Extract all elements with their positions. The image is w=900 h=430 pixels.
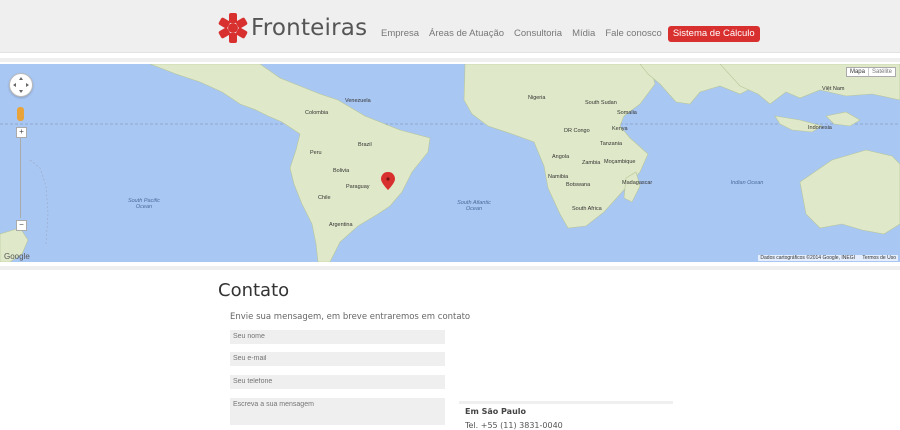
map-type-button[interactable]: Mapa xyxy=(847,68,868,76)
nav-item-fale-conosco[interactable]: Fale conosco xyxy=(600,26,667,42)
name-field[interactable] xyxy=(230,330,445,344)
world-map-graphic xyxy=(0,64,900,262)
ocean-label: Indian Ocean xyxy=(730,180,764,186)
office-city: Em São Paulo xyxy=(465,407,527,416)
map-type-toggle: Mapa Satélite xyxy=(845,67,896,77)
map-label: Nigeria xyxy=(528,95,546,101)
contact-intro: Envie sua mensagem, em breve entraremos … xyxy=(230,312,471,322)
phone-field[interactable] xyxy=(230,375,445,389)
map-label: Namibia xyxy=(548,174,569,180)
map-pan-control-icon[interactable] xyxy=(9,73,33,97)
zoom-out-button[interactable]: − xyxy=(16,220,27,231)
map-label: Zambia xyxy=(582,160,601,166)
street-view-pegman-icon[interactable] xyxy=(17,107,24,121)
site-header: Fronteiras Empresa Áreas de Atuação Cons… xyxy=(0,0,900,53)
map-label: South Africa xyxy=(572,206,602,212)
map-label: Botswana xyxy=(566,182,591,188)
map-label: Somalia xyxy=(617,110,637,116)
map-label: Colombia xyxy=(305,110,329,116)
map-label: Chile xyxy=(318,195,331,201)
nav-item-areas[interactable]: Áreas de Atuação xyxy=(424,26,509,42)
map-label: DR Congo xyxy=(564,128,590,134)
satellite-type-button[interactable]: Satélite xyxy=(867,68,895,76)
map-bottom-divider xyxy=(0,266,900,270)
ocean-label: South Pacific Ocean xyxy=(127,198,161,210)
map-label: Angola xyxy=(552,154,570,160)
sistema-calculo-button[interactable]: Sistema de Cálculo xyxy=(667,26,760,42)
map-label: Argentina xyxy=(329,222,353,228)
map-label: Việt Nam xyxy=(822,86,845,92)
office-phone: Tel. +55 (11) 3831-0040 xyxy=(465,421,563,430)
nav-item-midia[interactable]: Mídia xyxy=(567,26,600,42)
google-logo: Google xyxy=(4,252,30,261)
map-label: Indonesia xyxy=(808,125,832,131)
nav-item-empresa[interactable]: Empresa xyxy=(376,26,424,42)
office-info: Em São Paulo Tel. +55 (11) 3831-0040 xyxy=(459,401,673,430)
email-field[interactable] xyxy=(230,352,445,366)
map-label: Brazil xyxy=(358,142,372,148)
main-nav: Empresa Áreas de Atuação Consultoria Míd… xyxy=(376,26,760,42)
nav-item-consultoria[interactable]: Consultoria xyxy=(509,26,567,42)
brand-logo[interactable]: Fronteiras xyxy=(218,11,367,45)
zoom-in-button[interactable]: + xyxy=(16,127,27,138)
map-label: Madagascar xyxy=(622,180,653,186)
location-map[interactable]: Colombia Venezuela Peru Brazil Bolivia P… xyxy=(0,64,900,262)
map-attribution: Dados cartográficos ©2014 Google, INEGI … xyxy=(758,255,898,261)
terms-link[interactable]: Termos de Uso xyxy=(862,255,896,261)
map-label: Tanzania xyxy=(600,141,623,147)
map-label: Peru xyxy=(310,150,322,156)
ocean-label: South Atlantic Ocean xyxy=(457,200,491,212)
attribution-text: Dados cartográficos ©2014 Google, INEGI xyxy=(760,255,855,261)
page-title: Contato xyxy=(218,280,290,301)
map-label: South Sudan xyxy=(585,100,617,106)
map-label: Venezuela xyxy=(345,98,371,104)
map-label: Moçambique xyxy=(604,159,636,165)
map-label: Paraguay xyxy=(346,184,370,190)
header-divider xyxy=(0,58,900,62)
flower-logo-icon xyxy=(218,13,248,43)
message-field[interactable] xyxy=(230,398,445,425)
zoom-slider[interactable] xyxy=(20,138,21,218)
map-label: Kenya xyxy=(612,126,628,132)
map-label: Bolivia xyxy=(333,168,350,174)
brand-name: Fronteiras xyxy=(251,15,368,41)
